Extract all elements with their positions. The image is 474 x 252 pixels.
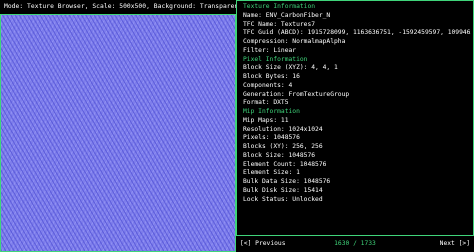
info-lines: Texture Information Name: ENV_CarbonFibe…: [243, 3, 471, 204]
block-size: Block Size: 1048576: [243, 151, 316, 159]
block-size-xyz: Block Size (XYZ): 4, 4, 1: [243, 64, 338, 72]
tfc-name: TFC Name: Textures7: [243, 20, 316, 28]
bulk-disk-size: Bulk Disk Size: 15414: [243, 186, 323, 194]
pixels: Pixels: 1048576: [243, 134, 300, 142]
blocks-xy: Blocks (XY): 256, 256: [243, 143, 323, 150]
mode-status-bar: Mode: Texture Browser, Scale: 500x500, B…: [0, 0, 242, 14]
filter: Filter: Linear: [243, 46, 297, 54]
texture-info-heading: Texture Information: [243, 3, 316, 10]
resolution: Resolution: 1024x1024: [243, 125, 323, 133]
next-button[interactable]: Next [>]: [440, 240, 470, 247]
mip-maps: Mip Maps: 11: [243, 116, 289, 124]
texture-name: Name: ENV_CarbonFiber_N: [243, 11, 331, 19]
texture-info-panel: Texture Information Name: ENV_CarbonFibe…: [236, 0, 474, 236]
navigation-footer: [<] Previous 1630 / 1733 Next [>]: [236, 236, 474, 252]
element-count: Element Count: 1048576: [243, 160, 327, 168]
page-counter: 1630 / 1733: [334, 240, 376, 247]
pixel-info-heading: Pixel Information: [243, 55, 308, 63]
format: Format: DXT5: [243, 99, 289, 107]
components: Components: 4: [243, 81, 293, 89]
compression: Compression: NormalmapAlpha: [243, 38, 346, 45]
texture-preview: [0, 14, 236, 252]
element-size: Element Size: 1: [243, 169, 300, 177]
mip-info-heading: Mip Information: [243, 108, 300, 115]
bulk-data-size: Bulk Data Size: 1048576: [243, 178, 331, 185]
block-bytes: Block Bytes: 16: [243, 73, 300, 80]
lock-status: Lock Status: Unlocked: [243, 195, 323, 203]
mode-status-text: Mode: Texture Browser, Scale: 500x500, B…: [4, 3, 243, 10]
generation: Generation: FromTextureGroup: [243, 90, 350, 98]
tfc-guid: TFC Guid (ABCD): 1915728099, 1163636751,…: [243, 29, 471, 37]
